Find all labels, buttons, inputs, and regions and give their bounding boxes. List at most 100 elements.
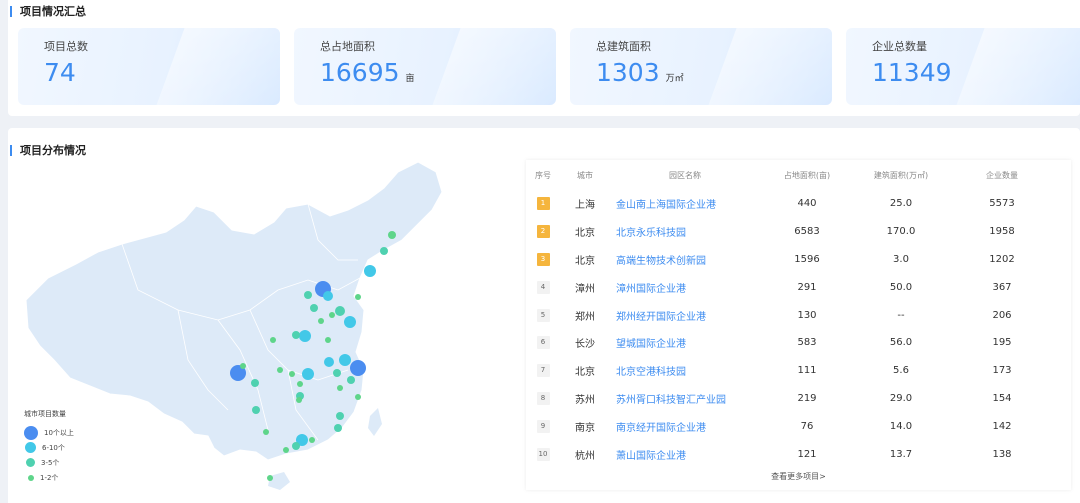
park-name-link[interactable]: 萧山国际企业港	[610, 447, 760, 462]
table-row[interactable]: 4 漳州 漳州国际企业港 291 50.0 367	[526, 273, 1071, 301]
table-row[interactable]: 2 北京 北京永乐科技园 6583 170.0 1958	[526, 218, 1071, 246]
park-name-link[interactable]: 苏州胥口科技智汇产业园	[610, 391, 760, 406]
map-dot[interactable]	[270, 337, 276, 343]
map-dot[interactable]	[329, 312, 335, 318]
stat-value: 16695	[320, 58, 400, 87]
legend-dot-medium	[25, 442, 36, 453]
table-row[interactable]: 5 郑州 郑州经开国际企业港 130 -- 206	[526, 301, 1071, 329]
rank-badge: 1	[536, 197, 550, 211]
table-row[interactable]: 8 苏州 苏州胥口科技智汇产业园 219 29.0 154	[526, 385, 1071, 413]
cell-building-area: 14.0	[889, 420, 913, 432]
table-row[interactable]: 1 上海 金山南上海国际企业港 440 25.0 5573	[526, 190, 1071, 218]
rank-badge: 2	[536, 225, 550, 239]
map-dot[interactable]	[388, 231, 396, 239]
cell-enterprise-count: 1202	[989, 253, 1015, 265]
rank-badge: 4	[536, 280, 550, 294]
map-dot[interactable]	[267, 475, 273, 481]
map-dot[interactable]	[323, 291, 333, 301]
map-dot[interactable]	[292, 331, 300, 339]
park-name-link[interactable]: 郑州经开国际企业港	[610, 308, 760, 323]
china-map[interactable]	[18, 160, 458, 500]
map-dot[interactable]	[310, 304, 318, 312]
cell-enterprise-count: 154	[992, 392, 1012, 404]
map-dot[interactable]	[251, 379, 259, 387]
map-dot[interactable]	[302, 368, 314, 380]
cell-land-area: 121	[797, 448, 817, 460]
map-dot[interactable]	[344, 316, 356, 328]
table-row[interactable]: 3 北京 高端生物技术创新园 1596 3.0 1202	[526, 246, 1071, 274]
map-dot[interactable]	[333, 369, 341, 377]
cell-enterprise-count: 5573	[989, 198, 1015, 210]
stat-unit: 万㎡	[665, 74, 684, 84]
cell-land-area: 291	[797, 281, 817, 293]
park-name-link[interactable]: 北京永乐科技园	[610, 224, 760, 239]
map-dot[interactable]	[324, 357, 334, 367]
map-dot[interactable]	[364, 265, 376, 277]
map-dot[interactable]	[355, 394, 361, 400]
park-name-link[interactable]: 北京空港科技园	[610, 363, 760, 378]
map-dot[interactable]	[289, 371, 295, 377]
map-dot[interactable]	[299, 330, 311, 342]
stat-label: 总占地面积	[320, 40, 375, 53]
park-name-link[interactable]: 漳州国际企业港	[610, 280, 760, 295]
map-dot[interactable]	[297, 381, 303, 387]
cell-building-area: 5.6	[893, 365, 909, 377]
stat-label: 企业总数量	[872, 40, 927, 53]
map-dot[interactable]	[296, 397, 302, 403]
map-dot[interactable]	[380, 247, 388, 255]
map-dot[interactable]	[283, 447, 289, 453]
stat-value: 74	[44, 58, 76, 87]
table-row[interactable]: 9 南京 南京经开国际企业港 76 14.0 142	[526, 412, 1071, 440]
cell-building-area: 29.0	[889, 392, 913, 404]
map-dot[interactable]	[292, 442, 300, 450]
map-dot[interactable]	[347, 376, 355, 384]
map-dot[interactable]	[252, 406, 260, 414]
table-row[interactable]: 10 杭州 萧山国际企业港 121 13.7 138	[526, 440, 1071, 468]
map-dot[interactable]	[309, 437, 315, 443]
summary-title: 项目情况汇总	[10, 3, 86, 19]
park-name-link[interactable]: 高端生物技术创新园	[610, 252, 760, 267]
map-dot[interactable]	[339, 354, 351, 366]
map-dot[interactable]	[335, 306, 345, 316]
map-dot[interactable]	[325, 337, 331, 343]
map-dot[interactable]	[355, 294, 361, 300]
map-legend: 城市项目数量 10个以上 6-10个 3-5个 1-2个	[24, 409, 74, 485]
park-name-link[interactable]: 南京经开国际企业港	[610, 419, 760, 434]
cell-city: 长沙	[575, 339, 595, 351]
view-more-link[interactable]: 查看更多项目>	[526, 471, 1071, 482]
cell-building-area: 170.0	[886, 226, 916, 238]
park-name-link[interactable]: 望城国际企业港	[610, 335, 760, 350]
map-dot-shanghai[interactable]	[350, 360, 366, 376]
map-dot[interactable]	[240, 363, 246, 369]
cell-enterprise-count: 195	[992, 337, 1012, 349]
map-dot[interactable]	[318, 318, 324, 324]
map-dot[interactable]	[334, 424, 342, 432]
cell-building-area: 3.0	[893, 253, 909, 265]
cell-enterprise-count: 206	[992, 309, 1012, 321]
table-row[interactable]: 7 北京 北京空港科技园 111 5.6 173	[526, 357, 1071, 385]
table-row[interactable]: 6 长沙 望城国际企业港 583 56.0 195	[526, 329, 1071, 357]
rank-badge: 6	[536, 336, 550, 350]
cell-building-area: --	[897, 309, 905, 321]
map-dot[interactable]	[304, 291, 312, 299]
rank-badge: 5	[536, 308, 550, 322]
map-dot[interactable]	[336, 412, 344, 420]
cell-land-area: 1596	[794, 253, 820, 265]
cell-enterprise-count: 367	[992, 281, 1012, 293]
rank-badge: 3	[536, 252, 550, 266]
col-building-area: 建筑面积(万㎡)	[873, 170, 929, 180]
cell-land-area: 6583	[794, 226, 820, 238]
map-dot[interactable]	[277, 367, 283, 373]
map-dot[interactable]	[263, 429, 269, 435]
legend-dot-tiny	[28, 474, 34, 481]
park-name-link[interactable]: 金山南上海国际企业港	[610, 196, 760, 211]
stat-value: 11349	[872, 58, 952, 87]
cell-city: 南京	[575, 422, 595, 434]
col-park-name: 园区名称	[669, 170, 701, 180]
table-header: 序号 城市 园区名称 占地面积(亩) 建筑面积(万㎡) 企业数量	[526, 160, 1071, 190]
cell-enterprise-count: 142	[992, 420, 1012, 432]
stat-card-land-area: 总占地面积 16695 亩	[294, 28, 556, 105]
cell-enterprise-count: 138	[992, 448, 1012, 460]
table-body: 1 上海 金山南上海国际企业港 440 25.0 5573 2 北京 北京永乐科技园 6583 17…	[526, 190, 1071, 468]
map-dot[interactable]	[337, 385, 343, 391]
